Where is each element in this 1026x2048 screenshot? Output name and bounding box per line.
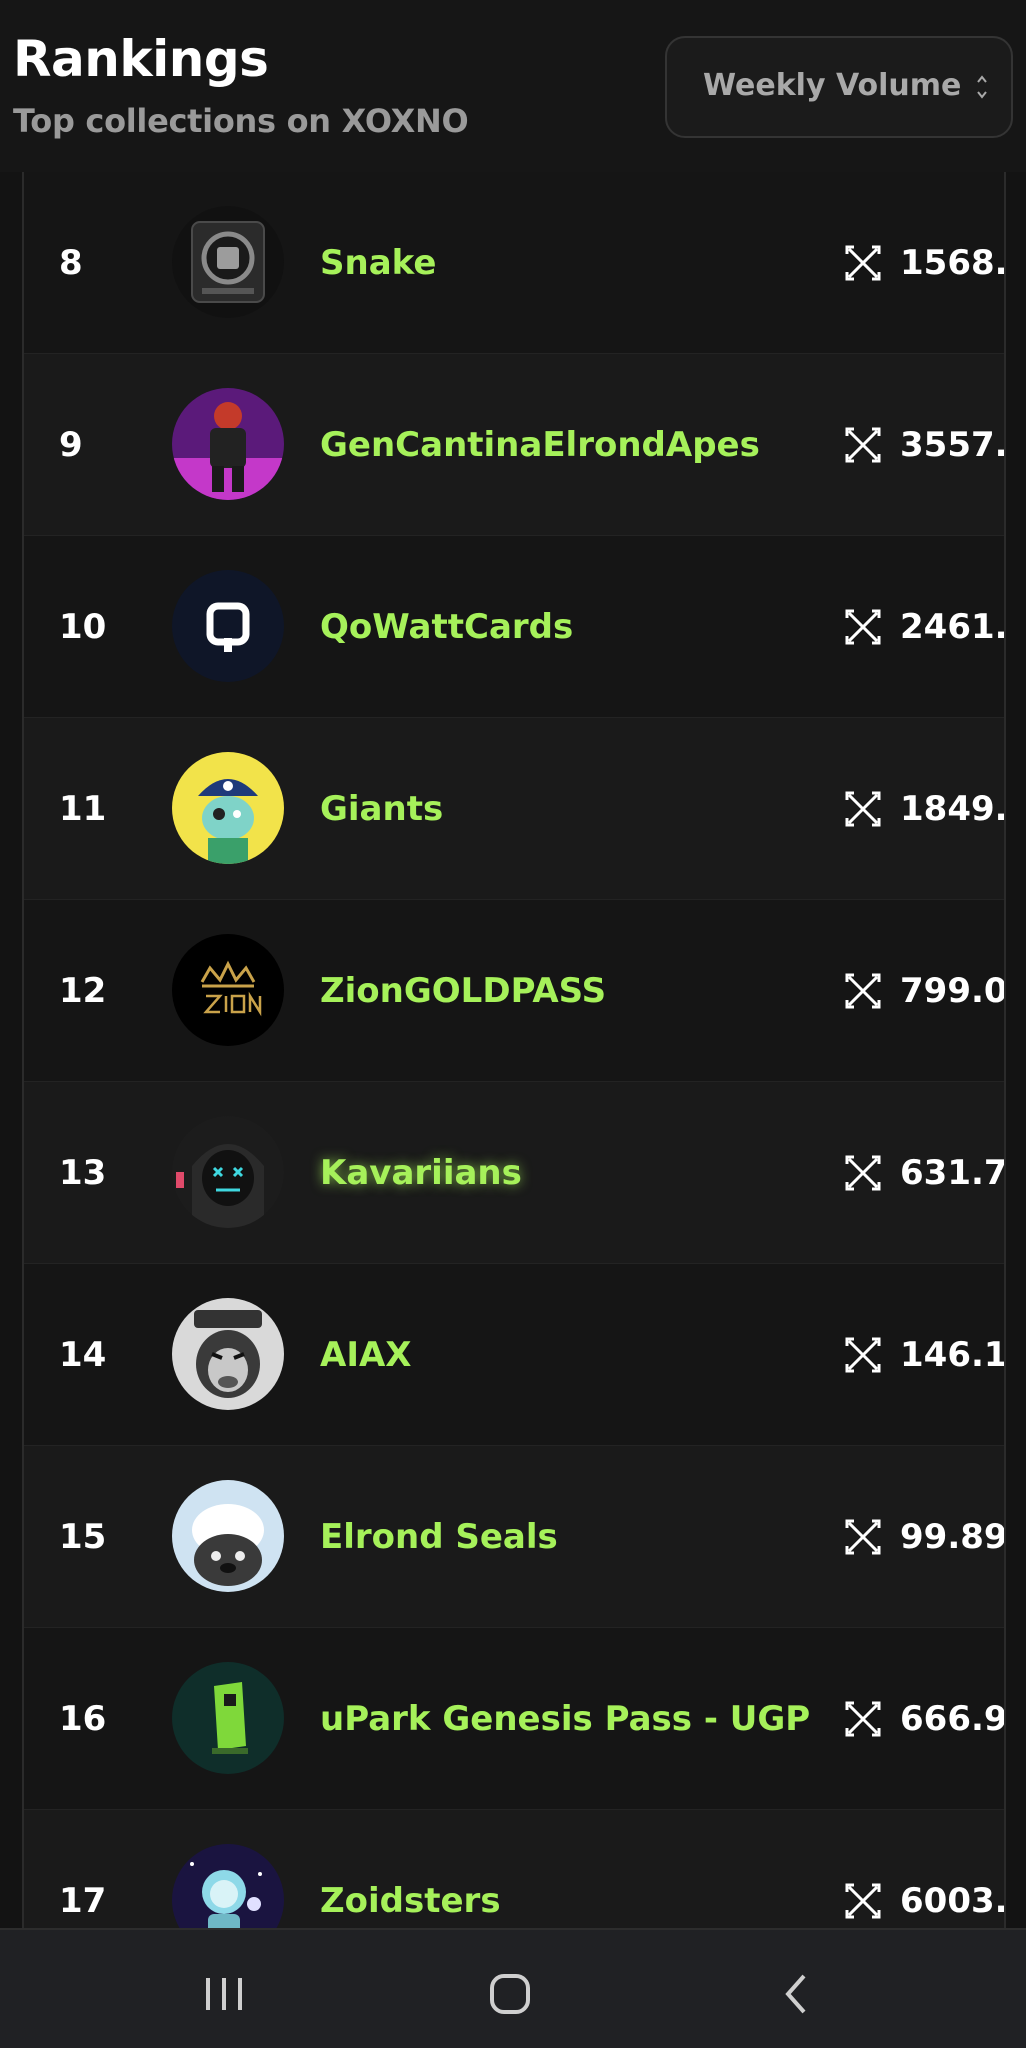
collection-name[interactable]: Giants [320,718,443,900]
rank-number: 9 [59,425,83,465]
sort-dropdown-label: Weekly Volume [703,68,962,103]
page-header: Rankings Top collections on XOXNO Weekly… [0,0,1026,172]
egld-icon [845,245,881,281]
egld-icon [845,609,881,645]
ranking-row[interactable]: 9 GenCantinaElrondApes 3557.2 [24,354,1004,536]
ranking-row[interactable]: 12 ZionGOLDPASS 799.02 [24,900,1004,1082]
egld-icon [845,1519,881,1555]
rankings-list: 8 Snake 1568.0 9 [22,172,1006,1928]
rank-number: 13 [59,1153,107,1193]
egld-icon [845,1337,881,1373]
ranking-row[interactable]: 14 AIAX 146.1 [24,1264,1004,1446]
ranking-row[interactable]: 11 Giants 1849.4 [24,718,1004,900]
collection-name[interactable]: Zoidsters [320,1810,501,1928]
ranking-row[interactable]: 15 Elrond Seals 99.89 [24,1446,1004,1628]
snake-avatar [172,206,284,318]
collection-name[interactable]: ZionGOLDPASS [320,900,606,1082]
collection-name[interactable]: AIAX [320,1264,412,1446]
kavariians-avatar [172,1116,284,1228]
rank-number: 16 [59,1699,107,1739]
collection-name[interactable]: QoWattCards [320,536,573,718]
home-icon[interactable] [480,1964,540,2024]
rank-number: 12 [59,971,107,1011]
volume-value: 1568.0 [900,243,1004,283]
volume-value: 2461.3 [900,607,1004,647]
ranking-row[interactable]: 17 Zoidsters 6003.0 [24,1810,1004,1928]
recent-apps-icon[interactable] [194,1964,254,2024]
collection-name[interactable]: Snake [320,172,436,354]
egld-icon [845,973,881,1009]
collection-name[interactable]: Kavariians [320,1082,522,1264]
egld-icon [845,1701,881,1737]
collection-name[interactable]: GenCantinaElrondApes [320,354,760,536]
back-icon[interactable] [768,1964,828,2024]
egld-icon [845,1883,881,1919]
page-subtitle: Top collections on XOXNO [13,102,469,140]
giants-avatar [172,752,284,864]
rank-number: 10 [59,607,107,647]
volume-value: 6003.0 [900,1881,1004,1921]
egld-icon [845,1155,881,1191]
page-title: Rankings [13,30,269,88]
sort-dropdown[interactable]: Weekly Volume [665,36,1013,138]
volume-value: 99.89 [900,1517,1006,1557]
ranking-row[interactable]: 10 QoWattCards 2461.3 [24,536,1004,718]
volume-value: 1849.4 [900,789,1004,829]
ranking-row[interactable]: 8 Snake 1568.0 [24,172,1004,354]
volume-value: 631.78 [900,1153,1006,1193]
seal-avatar [172,1480,284,1592]
egld-icon [845,427,881,463]
system-nav-bar [0,1928,1026,2048]
rank-number: 11 [59,789,107,829]
volume-value: 146.1 [900,1335,1006,1375]
egld-icon [845,791,881,827]
collection-name[interactable]: uPark Genesis Pass - UGP [320,1628,810,1810]
ranking-row[interactable]: 13 Kavariians 631.78 [24,1082,1004,1264]
zion-avatar [172,934,284,1046]
volume-value: 666.9 [900,1699,1006,1739]
rank-number: 8 [59,243,83,283]
rank-number: 14 [59,1335,107,1375]
aiax-avatar [172,1298,284,1410]
rank-number: 17 [59,1881,107,1921]
up-down-chevron-icon [977,75,987,99]
rank-number: 15 [59,1517,107,1557]
ape-avatar [172,388,284,500]
zoidsters-avatar [172,1844,284,1928]
ranking-row[interactable]: 16 uPark Genesis Pass - UGP 666.9 [24,1628,1004,1810]
upark-avatar [172,1662,284,1774]
volume-value: 799.02 [900,971,1006,1011]
qowatt-avatar [172,570,284,682]
collection-name[interactable]: Elrond Seals [320,1446,558,1628]
volume-value: 3557.2 [900,425,1004,465]
